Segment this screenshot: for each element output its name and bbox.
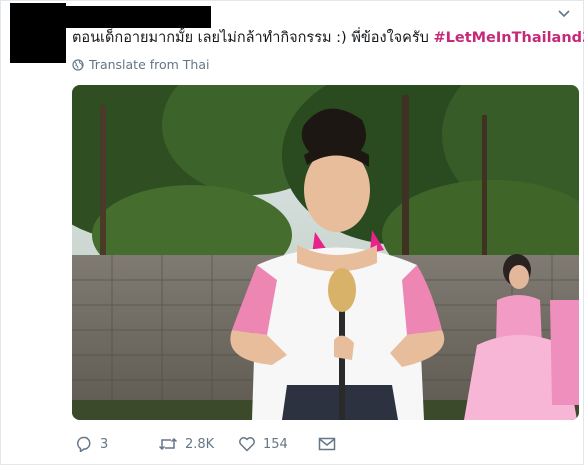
tweet-photo[interactable] xyxy=(72,85,579,420)
heart-icon xyxy=(239,437,255,452)
reply-count: 3 xyxy=(100,436,109,452)
direct-message-button[interactable] xyxy=(318,437,336,451)
tweet-card: ตอนเด็กอายมากมั้ย เลยไม่กล้าทำกิจกรรม :)… xyxy=(0,0,584,465)
retweet-button[interactable]: 2.8K xyxy=(158,436,238,452)
reply-button[interactable]: 3 xyxy=(75,436,158,452)
hashtag-link[interactable]: #LetMeInThailand3 xyxy=(433,30,584,46)
translate-label: Translate from Thai xyxy=(89,57,210,72)
globe-icon xyxy=(72,58,84,71)
like-count: 154 xyxy=(263,436,288,452)
like-button[interactable]: 154 xyxy=(238,436,318,452)
more-options-button[interactable] xyxy=(555,7,573,21)
chevron-down-icon xyxy=(558,10,570,18)
redacted-username xyxy=(66,6,211,28)
tweet-body: ตอนเด็กอายมากมั้ย เลยไม่กล้าทำกิจกรรม :)… xyxy=(72,30,434,46)
retweet-count: 2.8K xyxy=(185,436,215,452)
photo-scene xyxy=(72,85,579,420)
retweet-icon xyxy=(158,437,178,451)
translate-link[interactable]: Translate from Thai xyxy=(72,57,209,72)
tweet-actions: 3 2.8K 154 xyxy=(75,436,336,452)
envelope-icon xyxy=(318,437,336,451)
tweet-text: ตอนเด็กอายมากมั้ย เลยไม่กล้าทำกิจกรรม :)… xyxy=(72,29,584,47)
redacted-avatar xyxy=(10,3,66,63)
reply-icon xyxy=(77,436,91,452)
